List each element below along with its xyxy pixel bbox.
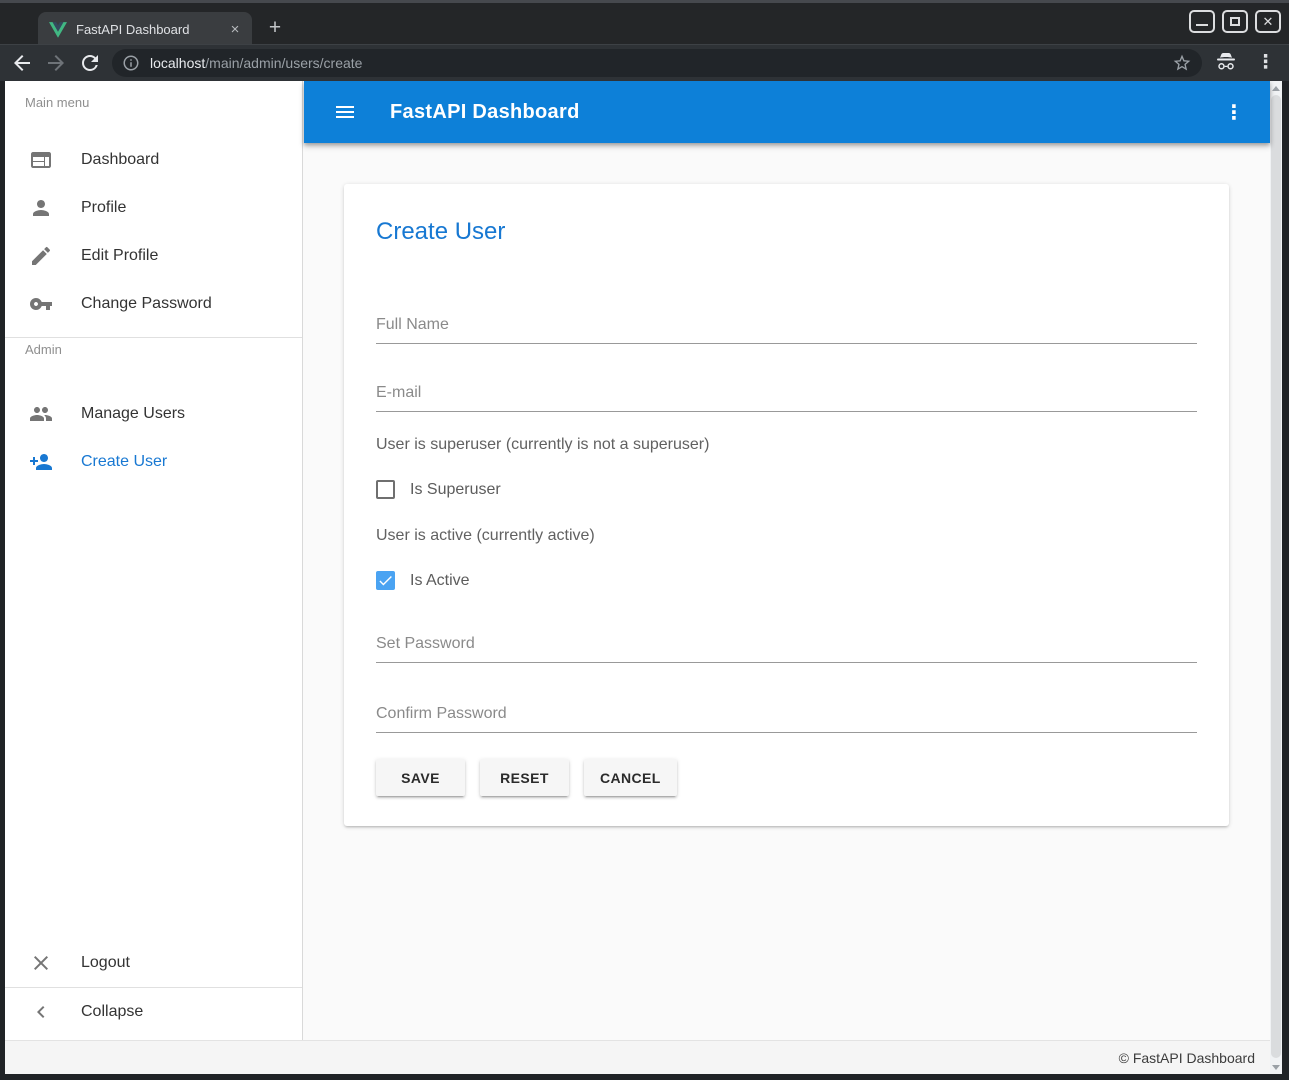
set-password-input[interactable] [376, 635, 1197, 663]
sidebar-item-edit-profile[interactable]: Edit Profile [5, 232, 302, 280]
browser-toolbar: localhost/main/admin/users/create ⋮ [0, 44, 1289, 81]
sidebar-item-manage-users[interactable]: Manage Users [5, 390, 302, 438]
sidebar-item-dashboard[interactable]: Dashboard [5, 136, 302, 184]
hamburger-menu-icon[interactable] [333, 100, 357, 124]
web-icon [29, 148, 53, 172]
admin-menu: Manage Users Create User [5, 390, 302, 486]
sidebar-item-label: Edit Profile [81, 247, 158, 265]
new-tab-button[interactable]: + [262, 16, 288, 42]
pencil-icon [29, 244, 53, 268]
browser-menu-icon[interactable]: ⋮ [1256, 51, 1275, 75]
app-title: FastAPI Dashboard [390, 101, 580, 124]
sidebar-item-label: Profile [81, 199, 126, 217]
refresh-icon[interactable] [78, 51, 102, 75]
sidebar: Main menu Dashboard Profile [5, 81, 303, 1040]
sidebar-item-label: Logout [81, 954, 130, 972]
close-button[interactable]: ✕ [1255, 10, 1281, 33]
site-info-icon[interactable] [122, 54, 140, 72]
url-text: localhost/main/admin/users/create [150, 55, 362, 71]
browser-window: FastAPI Dashboard × + ✕ localhost/main/a… [0, 0, 1289, 1080]
minimize-icon [1196, 24, 1208, 26]
sidebar-item-label: Change Password [81, 295, 212, 313]
main-menu: Dashboard Profile Edit Profile [5, 136, 302, 328]
full-name-input[interactable] [376, 316, 1197, 344]
sidebar-bottom: Logout Collapse [5, 939, 302, 1036]
maximize-icon [1230, 17, 1240, 26]
back-icon[interactable] [10, 51, 34, 75]
sidebar-item-label: Create User [81, 453, 167, 471]
bookmark-star-icon[interactable] [1172, 53, 1192, 73]
sidebar-section-admin: Admin [5, 342, 302, 376]
is-active-checkbox[interactable]: Is Active [376, 571, 1197, 590]
browser-tab[interactable]: FastAPI Dashboard × [38, 12, 252, 47]
toolbar-right: ⋮ [1214, 51, 1275, 75]
sidebar-section-main-menu: Main menu [5, 81, 302, 115]
person-icon [29, 196, 53, 220]
url-path: /main/admin/users/create [205, 55, 362, 71]
vertical-scrollbar[interactable] [1270, 81, 1282, 1074]
sidebar-item-profile[interactable]: Profile [5, 184, 302, 232]
browser-titlebar: FastAPI Dashboard × + ✕ [0, 0, 1289, 44]
window-controls: ✕ [1189, 10, 1281, 33]
key-icon [29, 292, 53, 316]
scroll-up-arrow-icon[interactable] [1270, 81, 1282, 95]
sidebar-item-label: Collapse [81, 1003, 143, 1021]
checkbox-checked-icon [376, 571, 395, 590]
sidebar-item-collapse[interactable]: Collapse [5, 988, 302, 1036]
create-user-card: Create User User is superuser (currently… [344, 184, 1229, 826]
person-add-icon [29, 450, 53, 474]
active-hint: User is active (currently active) [376, 527, 1197, 545]
close-x-icon [29, 951, 53, 975]
checkbox-unchecked-icon [376, 480, 395, 499]
scrollbar-thumb[interactable] [1271, 95, 1281, 1058]
minimize-button[interactable] [1189, 10, 1215, 33]
page-footer: © FastAPI Dashboard [5, 1040, 1270, 1074]
email-input[interactable] [376, 384, 1197, 412]
app-menu-kebab-icon[interactable]: ⋮ [1224, 100, 1244, 125]
reset-button[interactable]: RESET [480, 759, 569, 796]
page-viewport: Main menu Dashboard Profile [5, 81, 1282, 1074]
vue-logo-icon [49, 22, 67, 38]
chevron-left-icon [29, 1000, 53, 1024]
app-bar: FastAPI Dashboard ⋮ [304, 81, 1270, 143]
people-icon [29, 402, 53, 426]
save-button[interactable]: SAVE [376, 759, 465, 796]
checkbox-label: Is Active [410, 572, 470, 590]
sidebar-item-create-user[interactable]: Create User [5, 438, 302, 486]
maximize-button[interactable] [1222, 10, 1248, 33]
sidebar-divider [5, 337, 302, 338]
checkbox-label: Is Superuser [410, 481, 501, 499]
tab-close-icon[interactable]: × [226, 21, 244, 39]
close-icon: ✕ [1257, 12, 1279, 31]
scroll-down-arrow-icon[interactable] [1270, 1060, 1282, 1074]
footer-text: © FastAPI Dashboard [1119, 1050, 1255, 1066]
address-bar[interactable]: localhost/main/admin/users/create [112, 49, 1202, 77]
superuser-hint: User is superuser (currently is not a su… [376, 436, 1197, 454]
sidebar-item-logout[interactable]: Logout [5, 939, 302, 987]
confirm-password-input[interactable] [376, 705, 1197, 733]
incognito-icon [1214, 51, 1238, 75]
url-host: localhost [150, 55, 205, 71]
forward-icon[interactable] [44, 51, 68, 75]
is-superuser-checkbox[interactable]: Is Superuser [376, 480, 1197, 499]
form-buttons: SAVE RESET CANCEL [376, 759, 1197, 796]
sidebar-item-label: Manage Users [81, 405, 185, 423]
main-content: Create User User is superuser (currently… [304, 143, 1270, 1040]
cancel-button[interactable]: CANCEL [584, 759, 677, 796]
page-title: Create User [376, 218, 1197, 246]
sidebar-item-change-password[interactable]: Change Password [5, 280, 302, 328]
sidebar-item-label: Dashboard [81, 151, 159, 169]
tab-title: FastAPI Dashboard [76, 22, 226, 37]
